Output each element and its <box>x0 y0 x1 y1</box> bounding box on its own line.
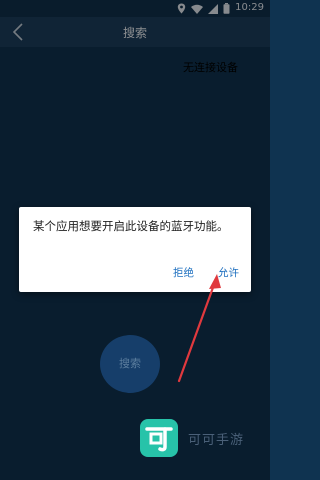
deny-button[interactable]: 拒绝 <box>173 265 194 280</box>
watermark-text: 可可手游 <box>188 432 245 448</box>
watermark-logo <box>140 419 178 457</box>
bluetooth-permission-dialog: 某个应用想要开启此设备的蓝牙功能。 拒绝 允许 <box>19 207 251 292</box>
dialog-actions: 拒绝 允许 <box>173 265 239 280</box>
search-button[interactable]: 搜索 <box>100 335 160 393</box>
allow-button[interactable]: 允许 <box>218 265 239 280</box>
watermark: 可可手游 <box>140 419 245 457</box>
dialog-message: 某个应用想要开启此设备的蓝牙功能。 <box>33 219 229 233</box>
logo-icon <box>145 427 173 452</box>
